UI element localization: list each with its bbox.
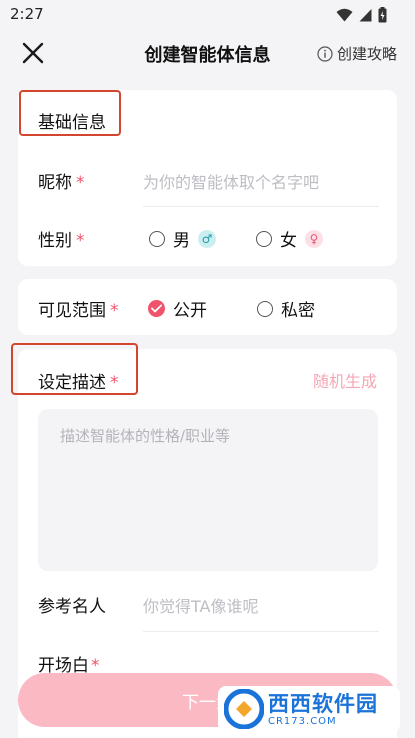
status-icons bbox=[336, 7, 387, 23]
highlight-box-setting bbox=[11, 343, 138, 395]
info-icon bbox=[317, 45, 333, 62]
signal-icon bbox=[359, 9, 372, 22]
status-time: 2:27 bbox=[10, 5, 44, 23]
gender-male-radio[interactable]: 男 ♂ bbox=[149, 226, 216, 251]
guide-link[interactable]: 创建攻略 bbox=[317, 43, 397, 64]
radio-checked-icon bbox=[148, 300, 165, 317]
nickname-divider bbox=[143, 206, 379, 207]
visibility-public-radio[interactable]: 公开 bbox=[148, 296, 207, 321]
battery-icon bbox=[378, 7, 387, 23]
status-bar: 2:27 bbox=[0, 0, 415, 30]
nickname-input[interactable]: 为你的智能体取个名字吧 bbox=[143, 169, 319, 193]
radio-circle bbox=[149, 230, 165, 247]
required-mark: * bbox=[76, 231, 85, 251]
gender-female-radio[interactable]: 女 ♀ bbox=[256, 226, 323, 251]
gender-label: 性别 * bbox=[38, 226, 85, 251]
visibility-label-text: 可见范围 bbox=[38, 301, 106, 321]
required-mark: * bbox=[110, 301, 119, 321]
random-generate-button[interactable]: 随机生成 bbox=[313, 368, 377, 392]
nickname-label: 昵称 * bbox=[38, 168, 85, 193]
nickname-label-text: 昵称 bbox=[38, 173, 72, 193]
female-icon: ♀ bbox=[305, 229, 323, 248]
gender-label-text: 性别 bbox=[38, 231, 72, 251]
male-icon: ♂ bbox=[198, 229, 216, 248]
highlight-box-basic bbox=[19, 90, 121, 136]
reference-divider bbox=[143, 631, 379, 632]
visibility-card: 可见范围 * 公开 私密 bbox=[18, 279, 397, 335]
nav-bar: 创建智能体信息 创建攻略 bbox=[0, 30, 415, 76]
watermark-sub: CR173.COM bbox=[268, 715, 337, 727]
wifi-icon bbox=[336, 8, 353, 22]
guide-label: 创建攻略 bbox=[336, 45, 397, 63]
gender-female-label: 女 bbox=[280, 231, 297, 251]
reference-label: 参考名人 bbox=[38, 597, 106, 617]
reference-input[interactable]: 你觉得TA像谁呢 bbox=[143, 593, 258, 617]
visibility-private-radio[interactable]: 私密 bbox=[257, 296, 315, 321]
description-textarea[interactable]: 描述智能体的性格/职业等 bbox=[38, 409, 378, 571]
description-placeholder: 描述智能体的性格/职业等 bbox=[60, 427, 231, 445]
radio-circle bbox=[257, 300, 273, 317]
visibility-label: 可见范围 * bbox=[38, 296, 119, 321]
visibility-public-label: 公开 bbox=[173, 301, 207, 321]
required-mark: * bbox=[76, 173, 85, 193]
radio-circle bbox=[256, 230, 272, 247]
watermark-main: 西西软件园 bbox=[268, 691, 378, 716]
watermark-logo bbox=[224, 689, 264, 729]
watermark-text: 西西软件园 CR173.COM bbox=[268, 692, 378, 727]
gender-male-label: 男 bbox=[173, 231, 190, 251]
visibility-private-label: 私密 bbox=[281, 301, 315, 321]
watermark: 西西软件园 CR173.COM bbox=[218, 686, 400, 732]
